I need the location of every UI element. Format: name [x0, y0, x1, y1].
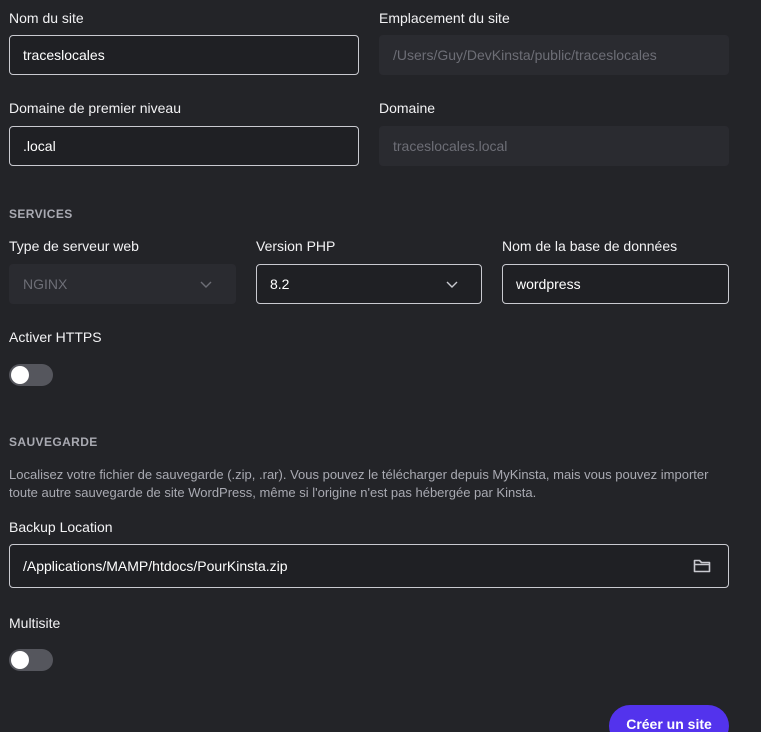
tld-label: Domaine de premier niveau: [9, 100, 181, 116]
multisite-toggle-knob: [11, 651, 29, 669]
site-location-field: /Users/Guy/DevKinsta/public/traceslocale…: [379, 35, 729, 75]
https-label: Activer HTTPS: [9, 329, 102, 345]
backup-location-value: /Applications/MAMP/htdocs/PourKinsta.zip: [23, 558, 288, 574]
site-name-value: traceslocales: [23, 47, 105, 63]
https-toggle[interactable]: [9, 364, 53, 386]
db-name-input[interactable]: wordpress: [502, 264, 729, 304]
backup-location-input[interactable]: /Applications/MAMP/htdocs/PourKinsta.zip: [9, 544, 729, 588]
create-site-form: Nom du site traceslocales Emplacement du…: [0, 0, 761, 732]
tld-input[interactable]: .local: [9, 126, 359, 166]
php-version-label: Version PHP: [256, 238, 336, 254]
db-name-value: wordpress: [516, 276, 581, 292]
db-name-label: Nom de la base de données: [502, 238, 678, 254]
chevron-down-icon: [200, 281, 212, 288]
https-toggle-knob: [11, 366, 29, 384]
backup-section-title: SAUVEGARDE: [9, 435, 98, 449]
chevron-down-icon: [446, 281, 458, 288]
multisite-toggle[interactable]: [9, 649, 53, 671]
create-site-button[interactable]: Créer un site: [609, 705, 729, 732]
backup-location-label: Backup Location: [9, 519, 113, 535]
backup-description: Localisez votre fichier de sauvegarde (.…: [9, 467, 709, 500]
site-name-input[interactable]: traceslocales: [9, 35, 359, 75]
services-section-title: SERVICES: [9, 207, 73, 221]
site-location-label: Emplacement du site: [379, 10, 510, 26]
site-location-value: /Users/Guy/DevKinsta/public/traceslocale…: [393, 47, 657, 63]
webserver-select: NGINX: [9, 264, 236, 304]
tld-value: .local: [23, 138, 56, 154]
webserver-value: NGINX: [23, 276, 68, 292]
php-version-select[interactable]: 8.2: [256, 264, 482, 304]
site-name-label: Nom du site: [9, 10, 84, 26]
multisite-label: Multisite: [9, 615, 61, 631]
php-version-value: 8.2: [270, 276, 290, 292]
domain-value: traceslocales.local: [393, 138, 508, 154]
domain-label: Domaine: [379, 100, 436, 116]
folder-icon[interactable]: [693, 558, 711, 574]
domain-field: traceslocales.local: [379, 126, 729, 166]
webserver-label: Type de serveur web: [9, 238, 139, 254]
